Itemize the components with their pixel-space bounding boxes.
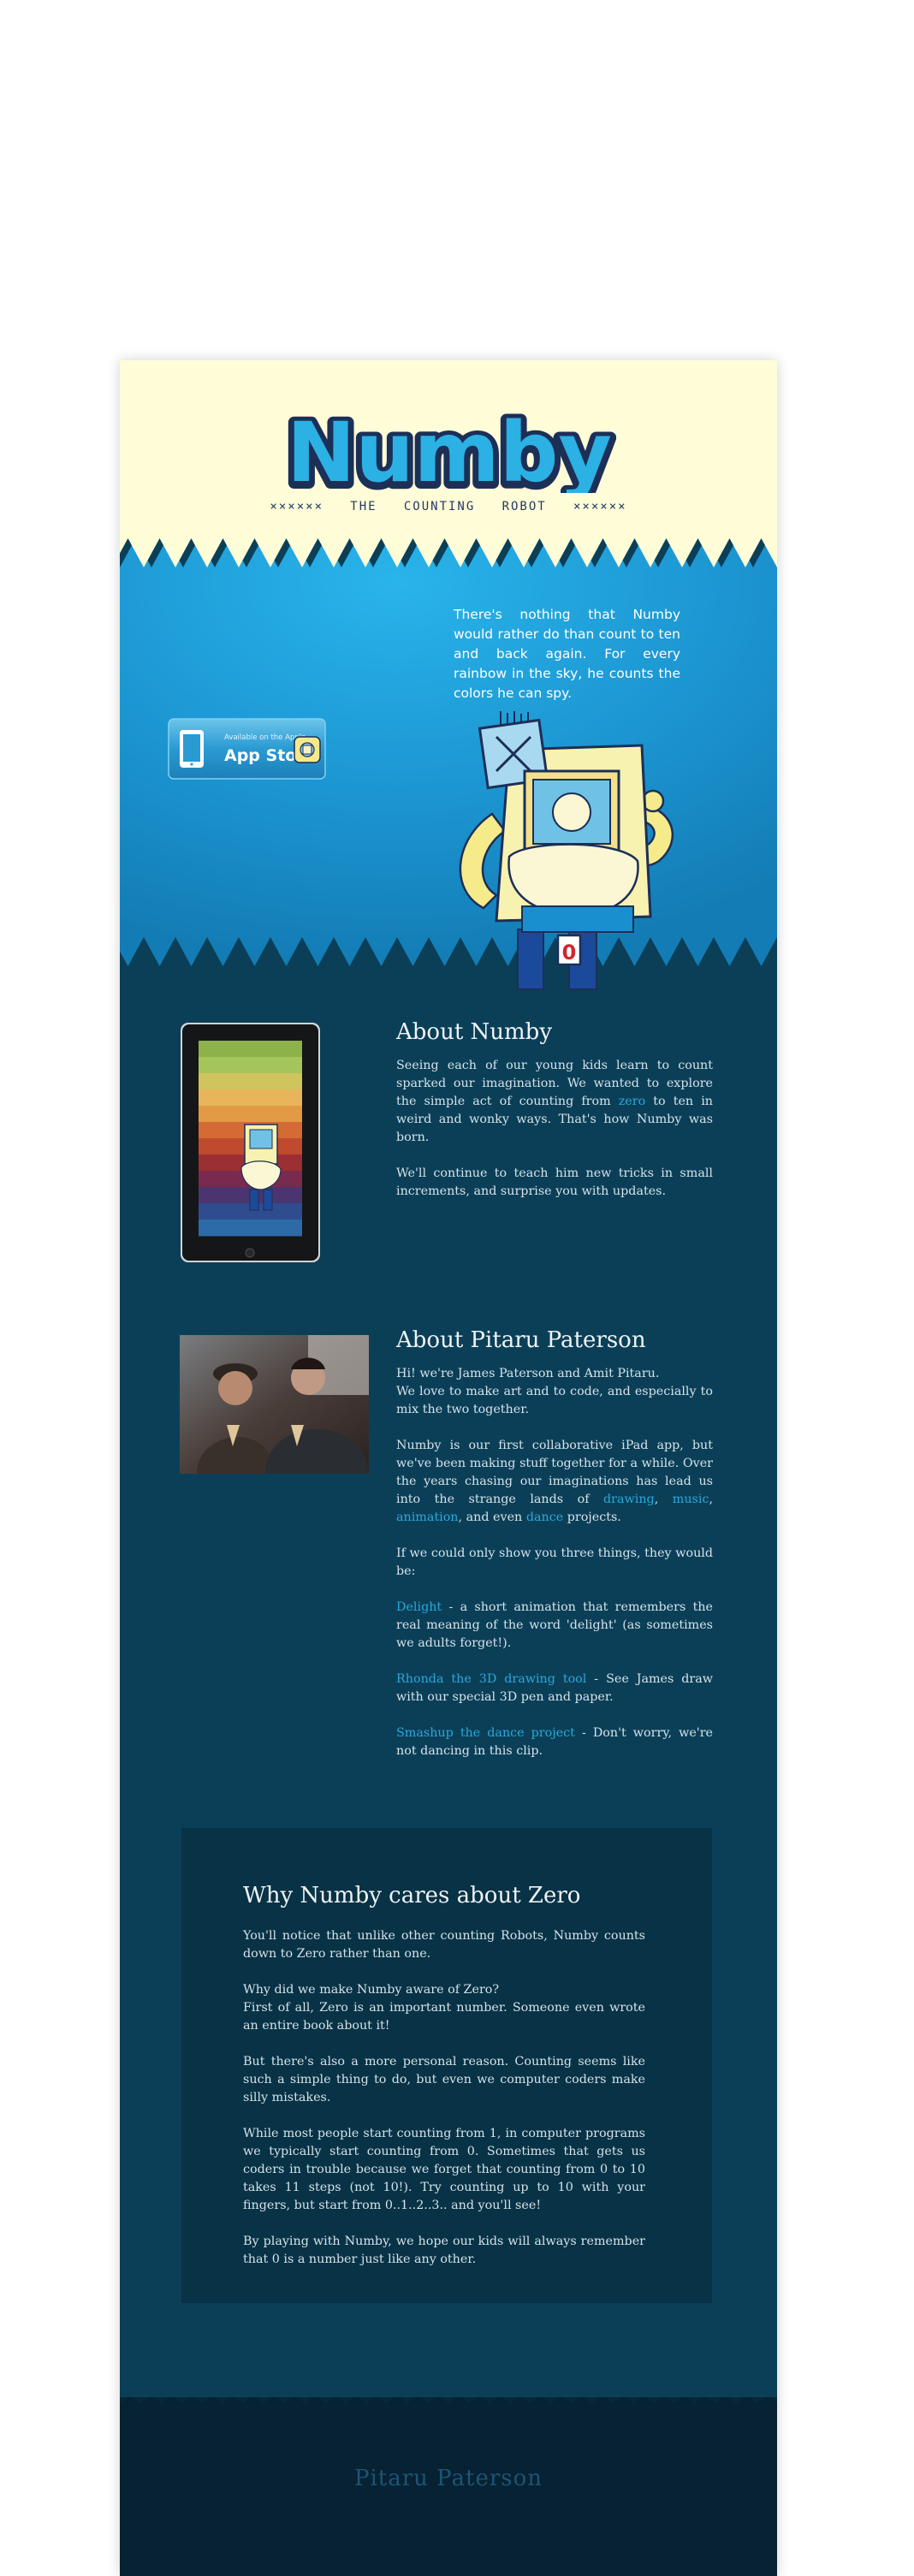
text-segment: , bbox=[654, 1493, 673, 1506]
zero-section-title: Why Numby cares about Zero bbox=[243, 1883, 581, 1908]
text-segment: projects. bbox=[563, 1511, 621, 1524]
animation-link[interactable]: animation bbox=[396, 1511, 459, 1524]
project-item-rhonda: Rhonda the 3D drawing tool - See James d… bbox=[396, 1671, 713, 1706]
ipad-icon bbox=[180, 730, 204, 768]
zero-paragraph-5: By playing with Numby, we hope our kids … bbox=[243, 2235, 645, 2266]
about-numby-section: About Numby Seeing each of our young kid… bbox=[396, 1019, 713, 1201]
page-container: Numby Numby ×××××× THE COUNTING ROBOT ××… bbox=[120, 360, 777, 2576]
numby-logo[interactable]: Numby Numby bbox=[282, 407, 616, 493]
rainbow-stripe bbox=[199, 1089, 302, 1107]
about-pp-intro: Hi! we're James Paterson and Amit Pitaru… bbox=[396, 1365, 713, 1419]
smashup-link[interactable]: Smashup the dance project bbox=[396, 1726, 575, 1740]
about-pp-paragraph-3: If we could only show you three things, … bbox=[396, 1546, 713, 1578]
about-numby-title: About Numby bbox=[396, 1019, 553, 1045]
hero-intro: There's nothing that Numby would rather … bbox=[454, 605, 777, 703]
numby-app-icon bbox=[294, 736, 321, 763]
delight-link[interactable]: Delight bbox=[396, 1600, 442, 1614]
about-numby-paragraph-2: We'll continue to teach him new tricks i… bbox=[396, 1166, 713, 1198]
zero-paragraph-1: You'll notice that unlike other counting… bbox=[243, 1929, 645, 1961]
ipad-screenshot[interactable] bbox=[180, 1022, 321, 1263]
about-pitaru-paterson-section: About Pitaru Paterson Hi! we're James Pa… bbox=[396, 1327, 713, 1760]
team-photo bbox=[180, 1335, 369, 1474]
text-segment: - a short animation that remembers the r… bbox=[396, 1600, 713, 1650]
zero-link[interactable]: zero bbox=[619, 1095, 645, 1108]
hero-intro-text: There's nothing that Numby would rather … bbox=[454, 607, 680, 701]
rhonda-link[interactable]: Rhonda the 3D drawing tool bbox=[396, 1672, 586, 1686]
dance-link[interactable]: dance bbox=[526, 1511, 563, 1524]
project-item-delight: Delight - a short animation that remembe… bbox=[396, 1599, 713, 1653]
text-segment: We love to make art and to code, and esp… bbox=[396, 1385, 713, 1416]
app-store-small-label: Available on the Apple bbox=[224, 733, 306, 742]
zero-paragraph-3: But there's also a more personal reason.… bbox=[243, 2055, 645, 2104]
rainbow-stripe bbox=[199, 1073, 302, 1090]
about-pitaru-paterson-title: About Pitaru Paterson bbox=[396, 1327, 646, 1353]
rainbow-stripe bbox=[199, 1041, 302, 1058]
zero-paragraph-4: While most people start counting from 1,… bbox=[243, 2127, 645, 2212]
zero-paragraph-2: Why did we make Numby aware of Zero? Firs… bbox=[243, 1981, 645, 2035]
text-segment: Hi! we're James Paterson and Amit Pitaru… bbox=[396, 1367, 660, 1380]
text-segment: First of all, Zero is an important numbe… bbox=[243, 2001, 645, 2033]
rainbow-stripe bbox=[199, 1057, 302, 1074]
about-numby-paragraph-1: Seeing each of our young kids learn to c… bbox=[396, 1057, 713, 1147]
project-item-smashup: Smashup the dance project - Don't worry,… bbox=[396, 1724, 713, 1760]
zero-section: Why Numby cares about Zero You'll notice… bbox=[181, 1828, 712, 2303]
text-segment: , and even bbox=[458, 1511, 526, 1524]
music-link[interactable]: music bbox=[673, 1493, 709, 1506]
app-store-button[interactable]: Available on the Apple App Store bbox=[168, 718, 326, 780]
robot-zero-badge: 0 bbox=[562, 941, 577, 965]
numby-robot-illustration: 0 bbox=[459, 711, 674, 990]
logo-text: Numby bbox=[287, 407, 612, 493]
rainbow-stripe bbox=[199, 1106, 302, 1123]
rainbow-stripe bbox=[199, 1220, 302, 1237]
text-segment: , bbox=[709, 1493, 713, 1506]
tagline: ×××××× THE COUNTING ROBOT ×××××× bbox=[270, 500, 627, 513]
about-pp-paragraph-2: Numby is our first collaborative iPad ap… bbox=[396, 1437, 713, 1527]
zero-section-content: Why Numby cares about Zero You'll notice… bbox=[243, 1883, 645, 2269]
home-button-icon bbox=[245, 1248, 255, 1258]
drawing-link[interactable]: drawing bbox=[603, 1493, 655, 1506]
text-segment: Why did we make Numby aware of Zero? bbox=[243, 1983, 500, 1997]
footer-brand[interactable]: Pitaru Paterson bbox=[120, 2466, 777, 2491]
